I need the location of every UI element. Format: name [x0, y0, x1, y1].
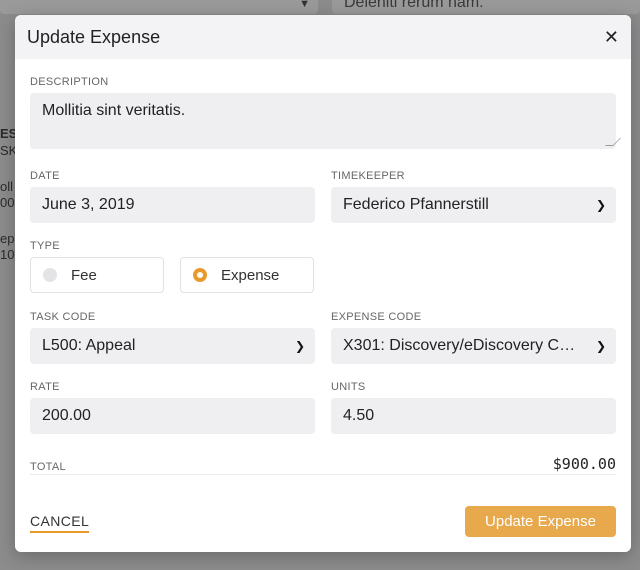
- date-input[interactable]: June 3, 2019: [30, 187, 315, 223]
- type-option-fee[interactable]: Fee: [30, 257, 164, 293]
- cancel-button[interactable]: CANCEL: [30, 513, 90, 533]
- resize-handle-icon[interactable]: [605, 138, 621, 146]
- type-option-label: Fee: [71, 266, 97, 284]
- date-value: June 3, 2019: [42, 196, 135, 213]
- timekeeper-label: TIMEKEEPER: [331, 170, 405, 182]
- expense-code-select[interactable]: X301: Discovery/eDiscovery Coll... ❯: [331, 328, 616, 364]
- chevron-down-icon: ❯: [595, 198, 606, 212]
- expense-code-value: X301: Discovery/eDiscovery Coll...: [343, 337, 589, 354]
- rate-value: 200.00: [42, 407, 91, 424]
- type-option-label: Expense: [221, 266, 280, 284]
- chevron-down-icon: ❯: [294, 339, 305, 353]
- background-select: ▼: [0, 0, 318, 14]
- modal-title: Update Expense: [27, 26, 161, 47]
- date-label: DATE: [30, 170, 60, 182]
- close-icon[interactable]: ✕: [604, 28, 619, 46]
- background-fragment: oll: [0, 179, 14, 194]
- chevron-down-icon: ❯: [595, 339, 606, 353]
- description-label: DESCRIPTION: [30, 76, 109, 88]
- total-label: TOTAL: [30, 461, 66, 473]
- description-textarea[interactable]: Mollitia sint veritatis.: [30, 93, 621, 149]
- type-label: TYPE: [30, 240, 60, 252]
- timekeeper-select[interactable]: Federico Pfannerstill ❯: [331, 187, 616, 223]
- description-value: Mollitia sint veritatis.: [42, 102, 186, 119]
- background-input-text: Deleniti rerum nam.: [344, 0, 484, 11]
- type-option-expense[interactable]: Expense: [180, 257, 314, 293]
- units-value: 4.50: [343, 407, 375, 424]
- background-input: Deleniti rerum nam.: [332, 0, 640, 14]
- task-code-select[interactable]: L500: Appeal ❯: [30, 328, 315, 364]
- timekeeper-value: Federico Pfannerstill: [343, 196, 489, 213]
- rate-input[interactable]: 200.00: [30, 398, 315, 434]
- background-fragment: 00: [0, 195, 15, 210]
- task-code-label: TASK CODE: [30, 311, 96, 323]
- modal-header: Update Expense ✕: [15, 15, 631, 59]
- background-fragment: 10: [0, 247, 15, 262]
- units-input[interactable]: 4.50: [331, 398, 616, 434]
- radio-unchecked-icon: [43, 268, 57, 282]
- update-expense-button[interactable]: Update Expense: [465, 506, 616, 537]
- chevron-down-icon: ▼: [299, 0, 310, 10]
- rate-label: RATE: [30, 381, 60, 393]
- update-expense-modal: Update Expense ✕ DESCRIPTION Mollitia si…: [15, 15, 631, 552]
- units-label: UNITS: [331, 381, 366, 393]
- expense-code-label: EXPENSE CODE: [331, 311, 422, 323]
- total-divider: [30, 474, 616, 475]
- total-amount: $900.00: [552, 455, 616, 473]
- task-code-value: L500: Appeal: [42, 337, 136, 354]
- radio-checked-icon: [193, 268, 207, 282]
- background-fragment: ep: [0, 231, 15, 246]
